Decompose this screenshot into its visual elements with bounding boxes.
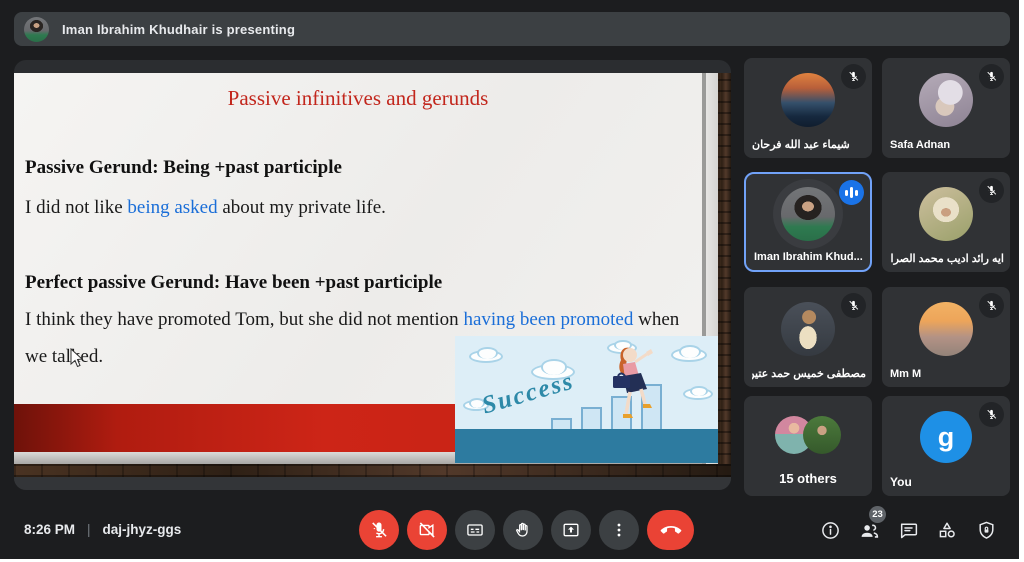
present-icon [561,520,581,540]
slide-title: Passive infinitives and gerunds [14,86,702,111]
mic-off-icon [369,520,389,540]
sentence2-pre: I think they have promoted Tom, but she … [25,309,463,330]
participant-tile[interactable]: شيماء عبد الله فرحان [744,58,872,158]
captions-button[interactable] [455,510,495,550]
participant-tile-self[interactable]: g You [882,396,1010,496]
raise-hand-icon [513,520,533,540]
cloud-icon [469,350,503,363]
chat-icon [898,520,919,541]
meet-window: Iman Ibrahim Khudhair is presenting Pass… [0,0,1024,562]
speaking-indicator-icon [839,180,864,205]
chat-button[interactable] [896,518,920,542]
end-call-icon [660,519,682,541]
participant-tile-active-speaker[interactable]: Iman Ibrahim Khud... [744,172,872,272]
clock-time: 8:26 PM [24,522,75,537]
info-icon [820,520,841,541]
call-controls [359,510,694,550]
presenting-banner: Iman Ibrahim Khudhair is presenting [14,12,1010,46]
sentence2-highlight: having been promoted [463,309,633,330]
avatar [919,73,973,127]
separator: | [87,522,91,537]
sentence1-highlight: being asked [127,197,217,218]
mic-muted-icon [841,64,866,89]
end-call-button[interactable] [647,510,694,550]
participant-tile[interactable]: Mm M [882,287,1010,387]
mic-muted-icon [841,293,866,318]
slide-heading-passive-gerund: Passive Gerund: Being +past participle [25,157,342,179]
slide-sentence-1: I did not like being asked about my priv… [25,189,701,226]
success-clipart: Success [455,336,718,463]
participant-tile[interactable]: Safa Adnan [882,58,1010,158]
sentence1-pre: I did not like [25,197,127,218]
participant-name: Mm M [890,368,921,380]
success-band [455,429,718,463]
brick-wall-bottom [14,464,731,477]
feed-letterbox [14,477,731,490]
participant-name: Safa Adnan [890,139,950,151]
avatar-letter: g [920,411,972,463]
info-button[interactable] [818,518,842,542]
screen-edge [1019,0,1024,562]
mic-muted-icon [979,178,1004,203]
meeting-panels: 23 [818,518,998,542]
mic-off-button[interactable] [359,510,399,550]
present-button[interactable] [551,510,591,550]
camera-off-icon [417,520,437,540]
meeting-info: 8:26 PM | daj-jhyz-ggs [24,522,181,537]
more-options-button[interactable] [599,510,639,550]
participant-name: شيماء عبد الله فرحان [752,138,850,151]
mic-muted-icon [979,293,1004,318]
activities-icon [936,519,958,541]
participant-tile[interactable]: مصطفى خميس حمد عتين [744,287,872,387]
host-controls-button[interactable] [974,518,998,542]
avatar [781,73,835,127]
brick-wall-right [718,73,731,477]
camera-off-button[interactable] [407,510,447,550]
meeting-code: daj-jhyz-ggs [103,522,182,537]
avatar [781,302,835,356]
presenter-avatar [24,17,49,42]
more-options-icon [609,520,629,540]
overflow-avatars [775,416,841,454]
avatar [919,302,973,356]
overflow-count: 15 others [744,471,872,486]
participant-name: ايه رائد اديب محمد الصراف [890,252,1004,265]
participant-name: You [890,475,912,489]
cloud-icon [671,348,707,362]
captions-icon [465,520,485,540]
climbing-woman-illustration [583,342,673,434]
sentence1-post: about my private life. [218,197,386,218]
slide-heading-perfect-passive: Perfect passive Gerund: Have been +past … [25,272,442,294]
avatar [919,187,973,241]
participant-tile[interactable]: ايه رائد اديب محمد الصراف [882,172,1010,272]
presenting-banner-text: Iman Ibrahim Khudhair is presenting [62,22,295,37]
activities-button[interactable] [935,518,959,542]
participant-tile-overflow[interactable]: 15 others [744,396,872,496]
avatar [781,187,835,241]
participant-count-badge: 23 [869,506,886,523]
people-button[interactable]: 23 [857,518,881,542]
presentation-feed[interactable]: Passive infinitives and gerunds Passive … [14,60,731,490]
mouse-cursor [69,348,84,369]
participant-name: مصطفى خميس حمد عتين [752,367,866,380]
mic-muted-icon [979,64,1004,89]
host-controls-icon [976,520,997,541]
participant-name: Iman Ibrahim Khud... [754,251,863,263]
cloud-icon [683,388,713,400]
mic-muted-icon [979,402,1004,427]
raise-hand-button[interactable] [503,510,543,550]
